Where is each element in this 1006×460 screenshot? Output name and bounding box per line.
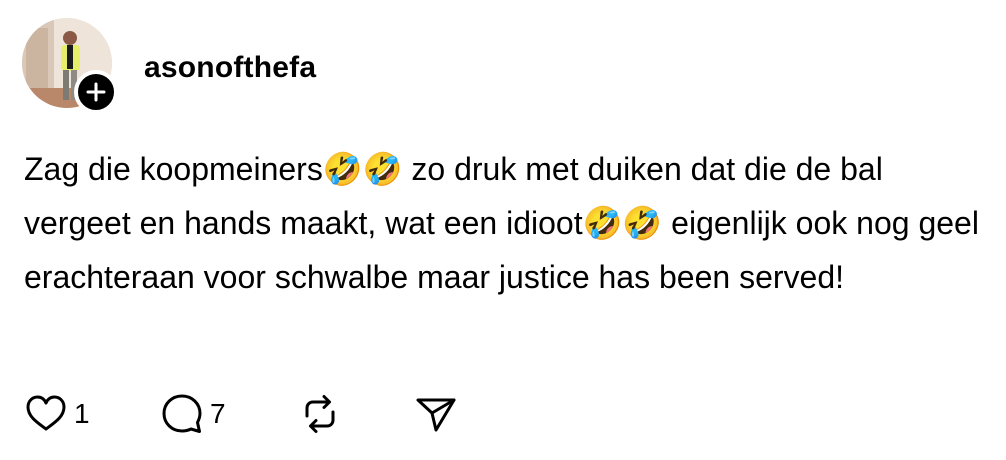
share-button[interactable]: [414, 392, 458, 436]
plus-icon: [86, 82, 106, 102]
comment-count: 7: [210, 398, 226, 429]
repost-button[interactable]: [298, 392, 342, 436]
comment-button[interactable]: 7: [160, 392, 226, 436]
heart-icon: [24, 392, 68, 436]
username[interactable]: asonofthefa: [144, 50, 316, 86]
post-text: Zag die koopmeiners🤣🤣 zo druk met duiken…: [24, 151, 979, 295]
send-icon: [414, 392, 458, 436]
username-fade-overlay: [330, 42, 420, 92]
like-count: 1: [74, 398, 90, 429]
repost-icon: [298, 392, 342, 436]
comment-icon: [160, 392, 204, 436]
post-card: asonofthefa Zag die koopmeiners🤣🤣 zo dru…: [0, 0, 1006, 460]
like-button[interactable]: 1: [24, 392, 90, 436]
avatar-container: [22, 18, 118, 114]
follow-button[interactable]: [74, 70, 118, 114]
